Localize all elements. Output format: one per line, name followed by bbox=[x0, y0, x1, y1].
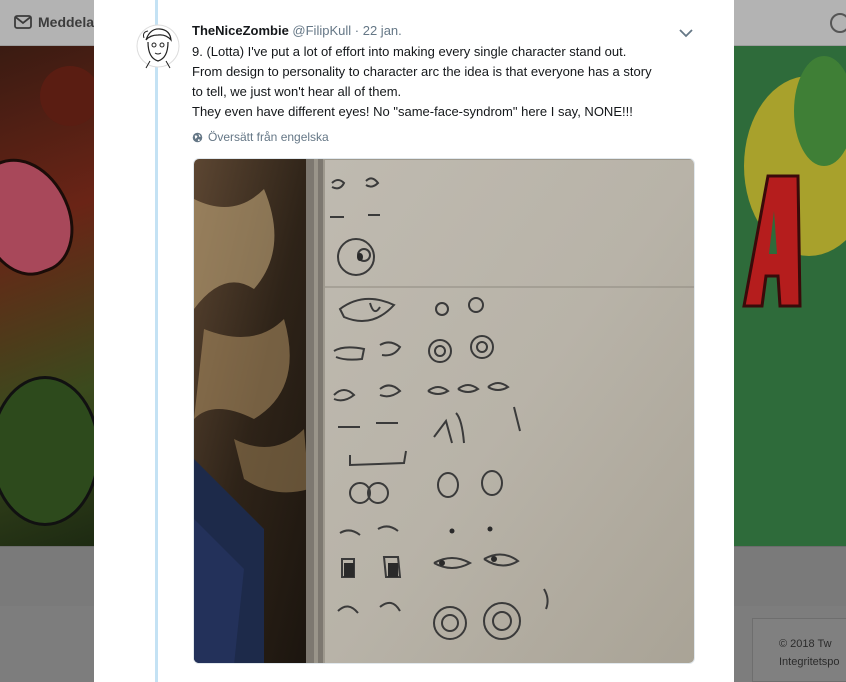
tweet-photo[interactable] bbox=[193, 158, 695, 664]
translate-label: Översätt från engelska bbox=[208, 130, 329, 144]
separator-dot: · bbox=[354, 23, 360, 38]
background-panel bbox=[734, 546, 846, 606]
tweet-text-line: From design to personality to character … bbox=[192, 64, 652, 79]
avatar[interactable] bbox=[136, 22, 180, 70]
banner-shape bbox=[794, 56, 846, 166]
banner-shape bbox=[40, 66, 94, 126]
chevron-down-icon[interactable] bbox=[678, 27, 694, 39]
thread-connector-line bbox=[155, 0, 158, 682]
background-banner-right bbox=[734, 46, 846, 546]
tweet-modal: TheNiceZombie @FilipKull · 22 jan. 9. (L… bbox=[94, 0, 734, 682]
tweet-text-line: They even have different eyes! No "same-… bbox=[192, 104, 633, 119]
display-name[interactable]: TheNiceZombie bbox=[192, 23, 289, 38]
user-handle[interactable]: @FilipKull bbox=[292, 23, 351, 38]
background-banner-left bbox=[0, 46, 94, 546]
search-icon[interactable] bbox=[830, 13, 846, 33]
tweet-text-line: 9. (Lotta) I've put a lot of effort into… bbox=[192, 44, 627, 59]
tweet-header: TheNiceZombie @FilipKull · 22 jan. bbox=[192, 23, 402, 38]
banner-letter-graphic bbox=[742, 174, 802, 308]
tweet-date[interactable]: 22 jan. bbox=[363, 23, 402, 38]
background-panel bbox=[0, 546, 94, 606]
tweet-text-line: to tell, we just won't hear all of them. bbox=[192, 84, 402, 99]
background-footer: © 2018 Tw Integritetspo bbox=[752, 618, 846, 682]
footer-copyright: © 2018 Tw bbox=[779, 638, 832, 650]
envelope-icon bbox=[14, 15, 32, 29]
eye-sketches-photo bbox=[194, 159, 694, 663]
banner-shape bbox=[0, 376, 94, 526]
banner-shape bbox=[0, 144, 88, 288]
globe-icon bbox=[192, 132, 203, 142]
translate-link[interactable]: Översätt från engelska bbox=[192, 130, 329, 144]
tweet-text: 9. (Lotta) I've put a lot of effort into… bbox=[192, 42, 712, 122]
footer-link[interactable]: Integritetspo bbox=[779, 653, 846, 671]
